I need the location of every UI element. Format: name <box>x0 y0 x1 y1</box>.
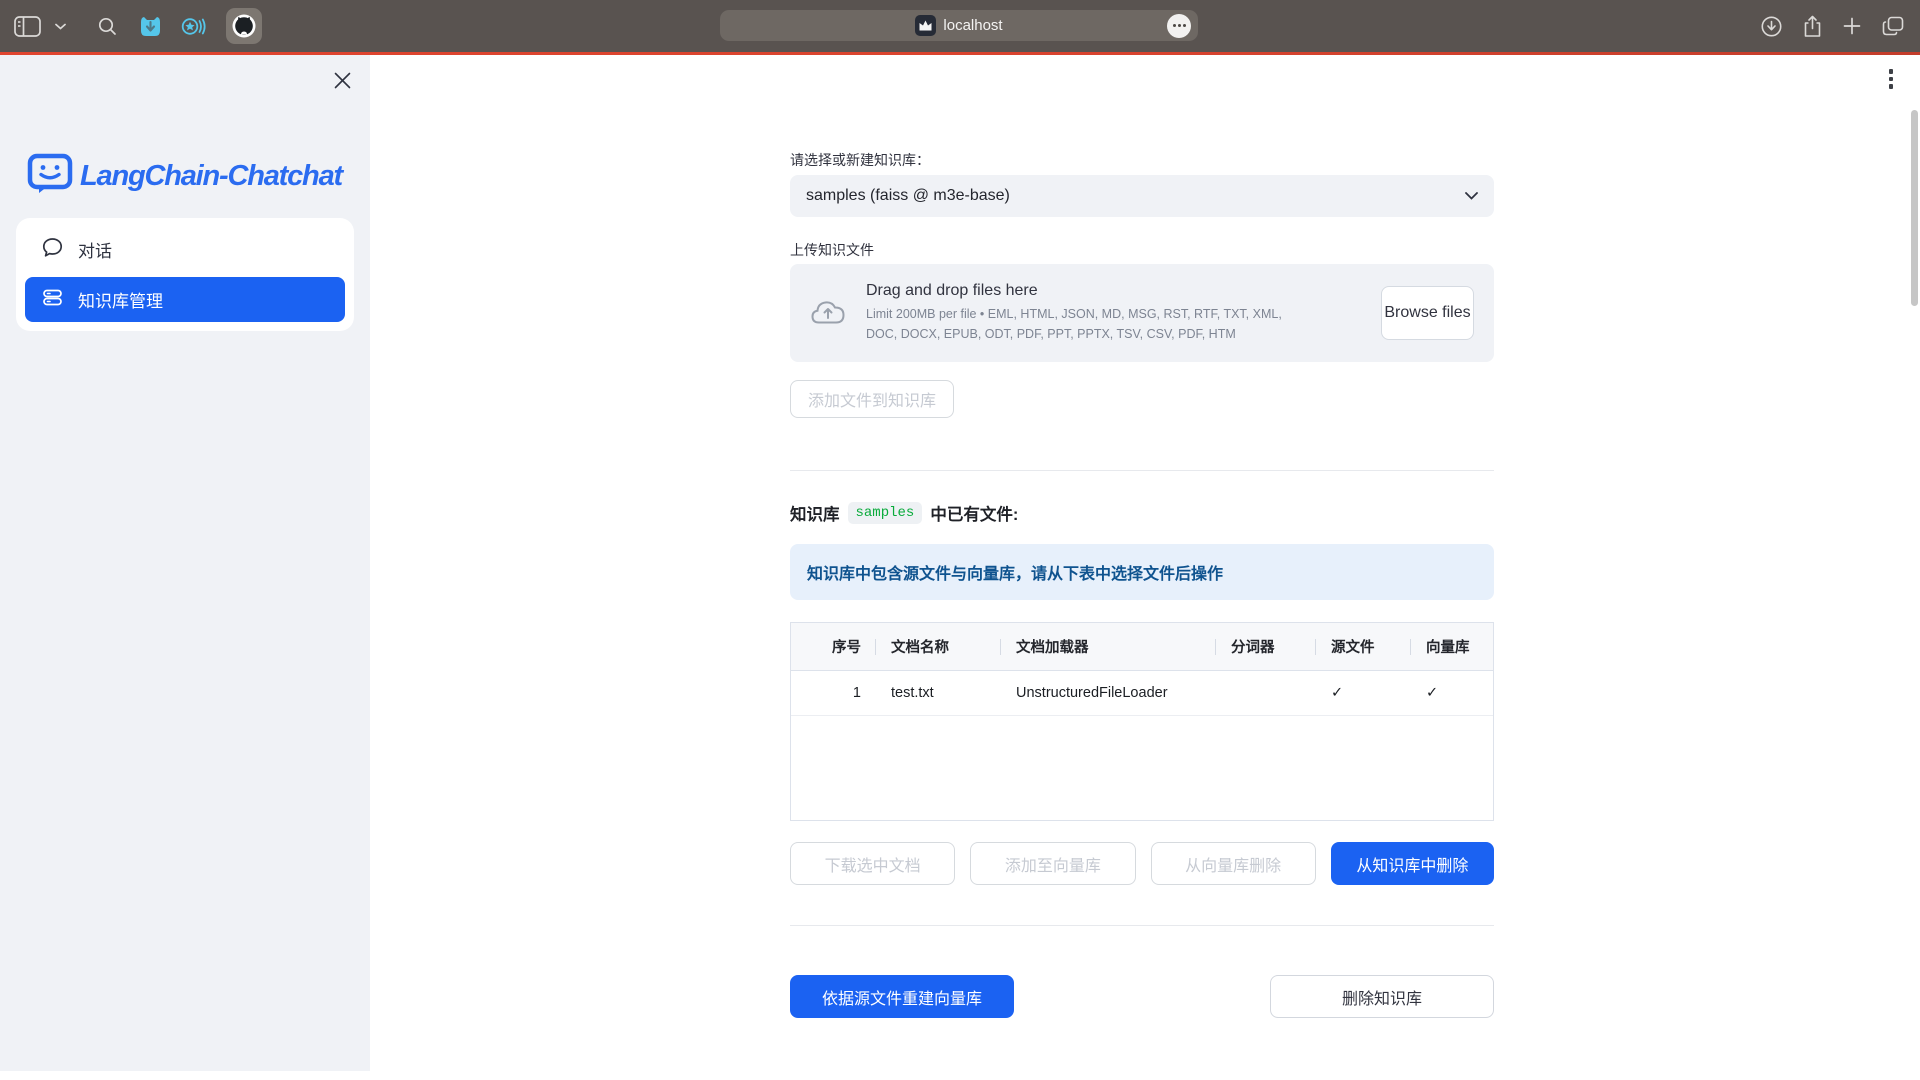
app-logo: LangChain-Chatchat <box>27 153 342 200</box>
share-icon[interactable] <box>1803 15 1822 38</box>
address-bar[interactable]: localhost <box>720 10 1198 41</box>
divider <box>790 925 1494 926</box>
browser-toolbar: localhost <box>0 0 1920 52</box>
add-files-to-kb-button[interactable]: 添加文件到知识库 <box>790 380 954 418</box>
file-dropzone[interactable]: Drag and drop files here Limit 200MB per… <box>790 264 1494 362</box>
upload-label: 上传知识文件 <box>790 240 1494 260</box>
page-content: 请选择或新建知识库： samples (faiss @ m3e-base) 上传… <box>790 55 1494 1018</box>
cell-source-check: ✓ <box>1316 671 1411 715</box>
delete-from-kb-button[interactable]: 从知识库中删除 <box>1331 842 1494 885</box>
cell-no: 1 <box>791 671 876 715</box>
cloud-upload-icon <box>810 297 846 330</box>
table-row[interactable]: 1 test.txt UnstructuredFileLoader ✓ ✓ <box>791 671 1493 716</box>
sidebar-item-label: 对话 <box>78 237 112 262</box>
info-banner: 知识库中包含源文件与向量库，请从下表中选择文件后操作 <box>790 544 1494 600</box>
sidebar-close-icon[interactable] <box>331 69 353 91</box>
dropzone-texts: Drag and drop files here Limit 200MB per… <box>866 282 1302 344</box>
kb-heading-suffix: 中已有文件: <box>930 501 1018 525</box>
header-cell[interactable]: 向量库 <box>1411 623 1493 670</box>
cell-vector-check: ✓ <box>1411 671 1493 715</box>
browse-files-button[interactable]: Browse files <box>1381 286 1474 340</box>
spacer <box>1014 975 1270 1018</box>
chat-bubble-logo-icon <box>27 153 73 200</box>
delete-from-vectorstore-button[interactable]: 从向量库删除 <box>1151 842 1316 885</box>
extension-rings-icon[interactable] <box>181 16 206 37</box>
chevron-down-icon <box>1465 187 1478 205</box>
github-extension-icon[interactable] <box>226 8 262 44</box>
sidebar-nav: 对话 知识库管理 <box>16 218 354 331</box>
table-header-row: 序号 文档名称 文档加载器 分词器 源文件 向量库 <box>791 623 1493 671</box>
sidebar-chevron-icon[interactable] <box>55 23 66 30</box>
kb-name-code: samples <box>848 502 923 524</box>
site-favicon <box>915 15 936 36</box>
cell-file-name: test.txt <box>876 671 1001 715</box>
header-cell[interactable]: 文档名称 <box>876 623 1001 670</box>
kb-selectbox[interactable]: samples (faiss @ m3e-base) <box>790 175 1494 217</box>
kb-bottom-buttons: 依据源文件重建向量库 删除知识库 <box>790 975 1494 1018</box>
url-text: localhost <box>943 17 1002 34</box>
kb-select-label: 请选择或新建知识库： <box>790 150 1494 170</box>
kb-files-heading: 知识库 samples 中已有文件: <box>790 501 1494 525</box>
scrollbar-thumb[interactable] <box>1911 110 1918 306</box>
dropzone-title: Drag and drop files here <box>866 282 1302 300</box>
add-to-vectorstore-button[interactable]: 添加至向量库 <box>970 842 1135 885</box>
rebuild-vectorstore-button[interactable]: 依据源文件重建向量库 <box>790 975 1014 1018</box>
downloads-icon[interactable] <box>1761 16 1782 37</box>
database-stack-icon <box>42 287 63 313</box>
sidebar-item-label: 知识库管理 <box>78 287 163 312</box>
search-icon[interactable] <box>98 17 117 36</box>
sidebar: LangChain-Chatchat 对话 知识库管理 <box>0 55 370 1080</box>
dropzone-limits: Limit 200MB per file • EML, HTML, JSON, … <box>866 305 1302 344</box>
chat-icon <box>42 237 63 263</box>
new-tab-icon[interactable] <box>1843 17 1861 35</box>
sidebar-bottom-strip <box>0 1071 370 1080</box>
tab-overview-icon[interactable] <box>1882 16 1904 36</box>
kb-selected-value: samples (faiss @ m3e-base) <box>806 187 1465 205</box>
cell-loader: UnstructuredFileLoader <box>1001 671 1216 715</box>
download-selected-button[interactable]: 下载选中文档 <box>790 842 955 885</box>
file-action-buttons: 下载选中文档 添加至向量库 从向量库删除 从知识库中删除 <box>790 842 1494 885</box>
delete-kb-button[interactable]: 删除知识库 <box>1270 975 1494 1018</box>
sidebar-toggle-icon[interactable] <box>14 16 41 37</box>
sidebar-item-dialogue[interactable]: 对话 <box>25 227 345 272</box>
streamlit-menu-icon[interactable] <box>1880 64 1902 94</box>
extension-cat-download-icon[interactable] <box>139 16 162 37</box>
kb-heading-prefix: 知识库 <box>790 501 840 525</box>
address-options-icon[interactable] <box>1167 14 1191 38</box>
header-cell[interactable]: 分词器 <box>1216 623 1316 670</box>
header-cell[interactable]: 序号 <box>791 623 876 670</box>
app-logo-text: LangChain-Chatchat <box>80 160 342 193</box>
header-cell[interactable]: 文档加载器 <box>1001 623 1216 670</box>
sidebar-item-kb-management[interactable]: 知识库管理 <box>25 277 345 322</box>
kb-files-table: 序号 文档名称 文档加载器 分词器 源文件 向量库 1 test.txt Uns… <box>790 622 1494 821</box>
main-area: 请选择或新建知识库： samples (faiss @ m3e-base) 上传… <box>370 55 1920 1080</box>
header-cell[interactable]: 源文件 <box>1316 623 1411 670</box>
divider <box>790 470 1494 471</box>
cell-splitter <box>1216 671 1316 715</box>
